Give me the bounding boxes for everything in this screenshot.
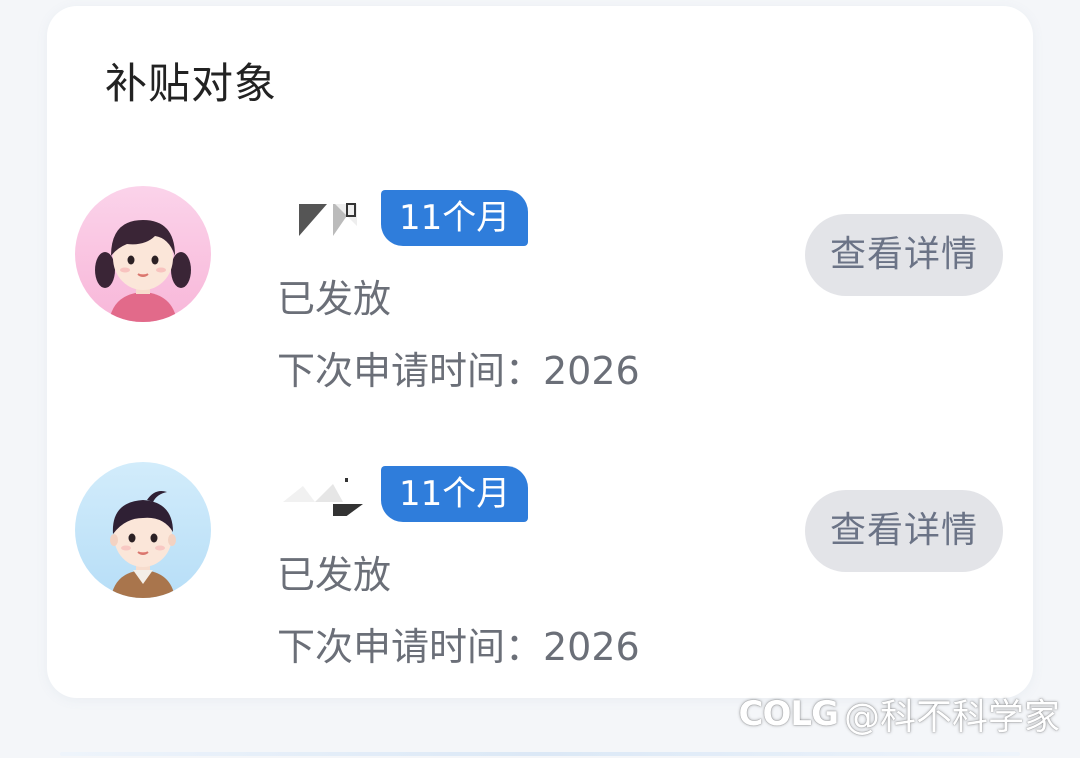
name-row: 11个月	[275, 464, 529, 526]
watermark-text: @科不科学家	[843, 697, 1060, 738]
name-redacted	[275, 196, 375, 240]
card-title: 补贴对象	[105, 59, 278, 108]
duration-badge: 11个月	[381, 466, 529, 522]
name-redacted	[275, 472, 375, 526]
next-apply-date: 下次申请时间：2026	[277, 625, 640, 669]
next-card-edge	[60, 752, 1020, 756]
watermark: COLG @科不科学家	[739, 688, 1060, 740]
view-details-button[interactable]: 查看详情	[805, 490, 1003, 572]
recipient-item: 11个月 已发放 下次申请时间：2026 查看详情	[47, 176, 1033, 406]
view-details-button[interactable]: 查看详情	[805, 214, 1003, 296]
recipient-item: 11个月 已发放 下次申请时间：2026 查看详情	[47, 452, 1033, 682]
next-apply-date: 下次申请时间：2026	[277, 349, 640, 393]
status-text: 已发放	[277, 277, 392, 321]
girl-avatar-icon	[75, 186, 211, 322]
name-row: 11个月	[275, 188, 529, 248]
boy-avatar-icon	[75, 462, 211, 598]
subsidy-recipients-card: 补贴对象 11个月 已发放 下次申请时间：2026 查看详情 11个月 已发放 …	[47, 6, 1033, 698]
status-text: 已发放	[277, 553, 392, 597]
watermark-logo: COLG	[738, 694, 839, 734]
duration-badge: 11个月	[381, 190, 529, 246]
